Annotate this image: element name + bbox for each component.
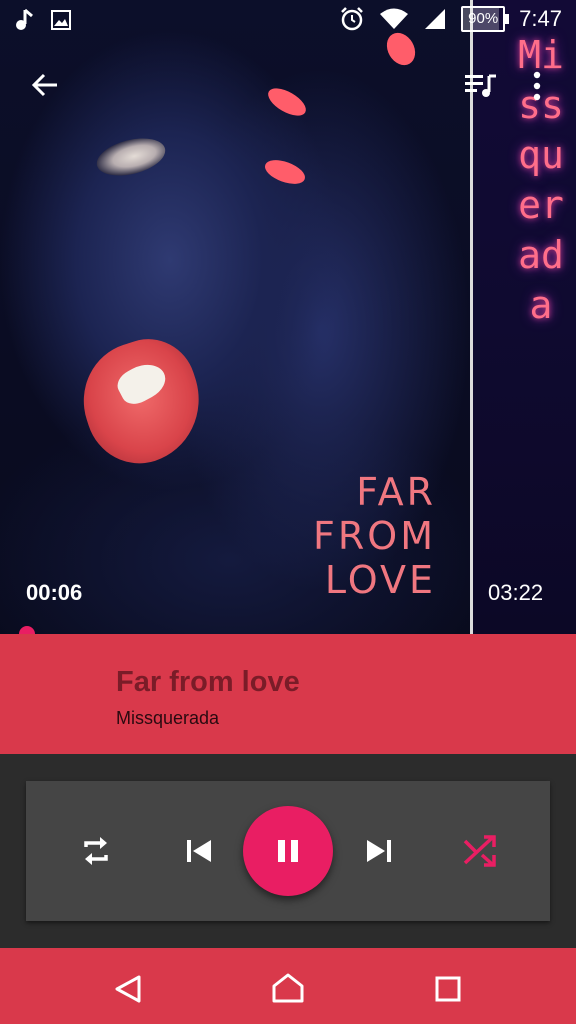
back-arrow-icon[interactable] [30, 70, 60, 100]
status-clock: 7:47 [519, 6, 562, 31]
track-artist: Missquerada [116, 708, 220, 728]
album-art-nail [263, 82, 311, 122]
queue-music-icon[interactable] [464, 72, 498, 100]
signal-icon [425, 9, 446, 29]
album-art-eye [92, 132, 170, 182]
pause-icon [278, 840, 298, 862]
cover-title-line: FROM [313, 514, 436, 558]
repeat-icon[interactable] [78, 833, 114, 869]
skip-previous-icon[interactable] [184, 836, 214, 866]
play-pause-button[interactable] [243, 806, 333, 896]
system-nav-bar [0, 948, 576, 1024]
skip-next-icon[interactable] [364, 836, 394, 866]
elapsed-time: 00:06 [26, 580, 83, 605]
status-bar: 90% 7:47 [0, 0, 576, 40]
album-art-nail [261, 155, 309, 189]
battery-indicator: 90% [461, 6, 510, 32]
recents-square-icon[interactable] [435, 976, 461, 1002]
music-note-notification-icon [16, 8, 33, 30]
album-art-cover-title: FAR FROM LOVE [300, 470, 436, 602]
track-title: Far from love [116, 666, 300, 698]
cover-title-line: LOVE [324, 558, 436, 602]
more-options-icon[interactable] [532, 70, 542, 102]
home-icon[interactable] [271, 972, 305, 1004]
back-triangle-icon[interactable] [114, 974, 142, 1004]
cover-title-line: FAR [356, 470, 436, 514]
shuffle-icon[interactable] [462, 833, 498, 869]
image-notification-icon [51, 10, 71, 30]
wifi-icon [380, 8, 409, 29]
alarm-icon [341, 7, 364, 31]
total-duration: 03:22 [488, 580, 544, 605]
